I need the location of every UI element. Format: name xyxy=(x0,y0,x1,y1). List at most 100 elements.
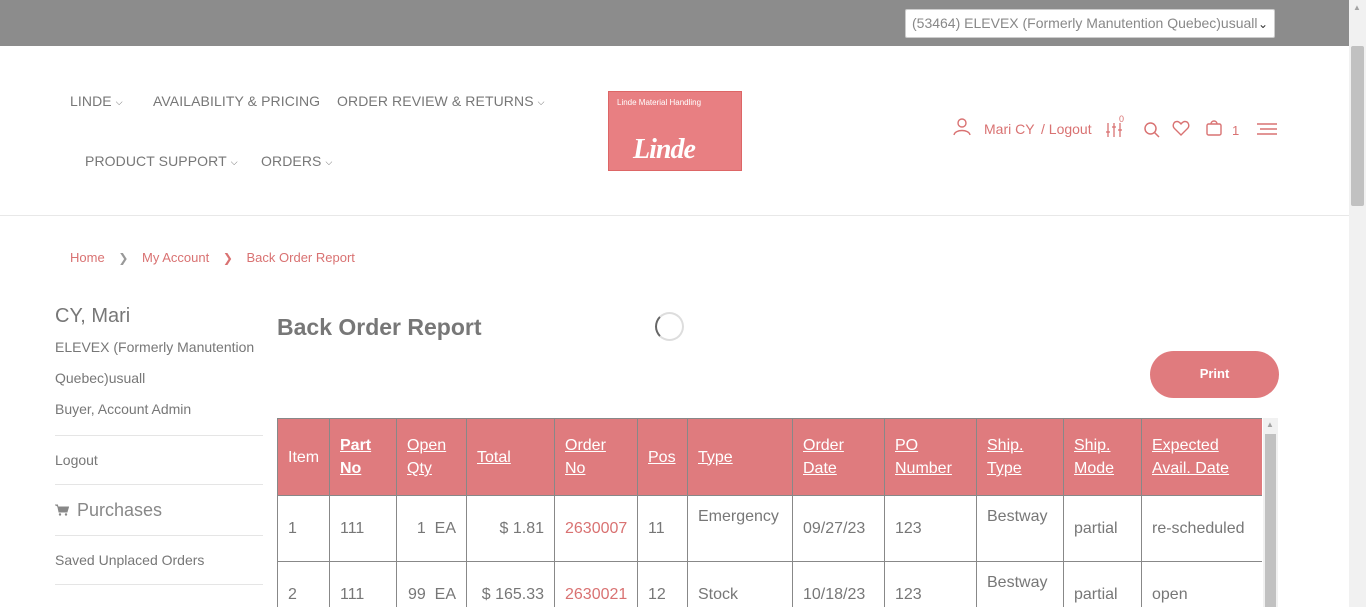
back-order-table: Item Part No Open Qty Total Order No Pos Ty… xyxy=(277,418,1262,607)
sidebar-divider xyxy=(55,584,263,585)
col-ship-mode-label-2: Mode xyxy=(1074,460,1115,477)
search-icon[interactable] xyxy=(1143,121,1161,139)
col-ship-type-label-1: Ship. xyxy=(987,437,1024,454)
cart-icon xyxy=(55,504,70,516)
chevron-down-icon: ⌵ xyxy=(325,157,333,167)
col-type[interactable]: Type xyxy=(687,418,793,496)
menu-icon[interactable] xyxy=(1257,122,1277,136)
nav-linde-label: LINDE xyxy=(70,93,112,109)
nav-order-review-label: ORDER REVIEW & RETURNS xyxy=(337,93,534,109)
chevron-down-icon: ⌄ xyxy=(1257,17,1268,31)
breadcrumb-current: Back Order Report xyxy=(246,250,355,265)
cell-order-date: 10/18/23 xyxy=(792,561,885,607)
breadcrumb-account[interactable]: My Account xyxy=(142,250,209,265)
col-expected-label-1: Expected xyxy=(1152,437,1219,454)
col-pos-label: Pos xyxy=(648,448,676,466)
linde-logo[interactable]: Linde Material Handling Linde xyxy=(608,91,742,171)
cell-order-no-link[interactable]: 2630007 xyxy=(554,495,638,562)
logo-brand: Linde xyxy=(633,134,696,165)
cell-expected: open xyxy=(1141,561,1262,607)
sidebar-user-name: CY, Mari xyxy=(55,305,131,327)
sidebar-logout[interactable]: Logout xyxy=(55,446,263,474)
cell-expected: re-scheduled xyxy=(1141,495,1262,562)
col-item: Item xyxy=(277,418,330,496)
col-ship-mode-label-1: Ship. xyxy=(1074,437,1111,454)
cell-part-no: 111 xyxy=(329,495,397,562)
nav-orders[interactable]: ORDERS ⌵ xyxy=(261,153,332,169)
nav-linde[interactable]: LINDE ⌵ xyxy=(70,93,123,109)
col-ship-mode[interactable]: Ship. Mode xyxy=(1063,418,1142,496)
sidebar-purchases-heading: Purchases xyxy=(55,495,263,525)
logout-link[interactable]: / Logout xyxy=(1041,121,1092,137)
sidebar-saved-orders[interactable]: Saved Unplaced Orders xyxy=(55,546,263,574)
cell-total: $ 1.81 xyxy=(466,495,555,562)
cell-po-number: 123 xyxy=(884,495,977,562)
cart-count: 1 xyxy=(1232,123,1240,138)
breadcrumb-home[interactable]: Home xyxy=(70,250,105,265)
col-total-label: Total xyxy=(477,448,511,466)
col-order-no[interactable]: Order No xyxy=(554,418,638,496)
col-open-qty-label-1: Open xyxy=(407,437,447,454)
breadcrumb: Home ❯ My Account ❯ Back Order Report xyxy=(70,250,355,265)
table-scrollbar[interactable]: ▲ xyxy=(1263,418,1278,607)
cell-item: 1 xyxy=(277,495,330,562)
table-scrollbar-thumb[interactable] xyxy=(1265,434,1276,607)
cell-pos: 12 xyxy=(637,561,688,607)
cell-ship-type: Bestway xyxy=(976,561,1064,607)
col-ship-type-label-2: Type xyxy=(987,460,1022,477)
col-po-number[interactable]: PO Number xyxy=(884,418,977,496)
nav-availability[interactable]: AVAILABILITY & PRICING xyxy=(153,93,320,109)
sidebar-company-line2: Quebec)usuall xyxy=(55,370,146,386)
page-scrollbar[interactable]: ▲ xyxy=(1349,0,1366,607)
col-pos[interactable]: Pos xyxy=(637,418,688,496)
col-type-label: Type xyxy=(698,448,733,466)
chevron-down-icon: ⌵ xyxy=(537,97,545,107)
col-item-label: Item xyxy=(288,448,320,466)
cell-part-no: 111 xyxy=(329,561,397,607)
cell-order-no-link[interactable]: 2630021 xyxy=(554,561,638,607)
col-open-qty[interactable]: Open Qty xyxy=(396,418,467,496)
loading-spinner-icon xyxy=(655,312,684,341)
cell-type: Stock xyxy=(687,561,793,607)
table-row: 1 111 1 EA $ 1.81 2630007 11 Emergency 0… xyxy=(277,495,1262,562)
heart-icon[interactable] xyxy=(1172,120,1190,137)
account-select-value: (53464) ELEVEX (Formerly Manutention Que… xyxy=(912,15,1258,31)
col-order-no-label-1: Order xyxy=(565,437,606,454)
col-order-date[interactable]: Order Date xyxy=(792,418,885,496)
sidebar-divider xyxy=(55,484,263,485)
account-select[interactable]: (53464) ELEVEX (Formerly Manutention Que… xyxy=(905,9,1275,38)
table-row: 2 111 99 EA $ 165.33 2630021 12 Stock 10… xyxy=(277,561,1262,607)
page-title: Back Order Report xyxy=(277,314,482,340)
scrollbar-thumb[interactable] xyxy=(1351,46,1364,206)
col-expected-label-2: Avail. Date xyxy=(1152,460,1230,477)
col-part-no-label-1: Part xyxy=(340,437,372,454)
cell-ship-type: Bestway xyxy=(976,495,1064,562)
logo-tagline: Linde Material Handling xyxy=(617,98,702,107)
site-header: LINDE ⌵ AVAILABILITY & PRICING ORDER REVI… xyxy=(0,46,1349,216)
cart-icon[interactable] xyxy=(1205,119,1223,137)
print-button[interactable]: Print xyxy=(1150,351,1279,398)
user-name-link[interactable]: Mari CY xyxy=(984,121,1035,137)
col-ship-type[interactable]: Ship. Type xyxy=(976,418,1064,496)
col-total[interactable]: Total xyxy=(466,418,555,496)
table-header-row: Item Part No Open Qty Total Order No Pos Ty… xyxy=(277,418,1262,496)
sidebar-company-line1: ELEVEX (Formerly Manutention xyxy=(55,339,255,355)
compare-count: 0 xyxy=(1119,114,1125,124)
cell-total: $ 165.33 xyxy=(466,561,555,607)
cell-type: Emergency xyxy=(687,495,793,562)
col-order-no-label-2: No xyxy=(565,460,586,477)
cell-pos: 11 xyxy=(637,495,688,562)
scroll-up-icon[interactable]: ▲ xyxy=(1266,420,1274,429)
user-icon[interactable] xyxy=(953,118,973,136)
col-po-number-label-1: PO xyxy=(895,437,919,454)
nav-orders-label: ORDERS xyxy=(261,153,322,169)
col-po-number-label-2: Number xyxy=(895,460,952,477)
cell-open-qty: 1 EA xyxy=(396,495,467,562)
col-part-no[interactable]: Part No xyxy=(329,418,397,496)
chevron-right-icon: ❯ xyxy=(222,251,233,265)
nav-order-review[interactable]: ORDER REVIEW & RETURNS ⌵ xyxy=(337,93,545,109)
nav-product-support[interactable]: PRODUCT SUPPORT ⌵ xyxy=(85,153,238,169)
scroll-up-icon[interactable]: ▲ xyxy=(1353,3,1361,12)
col-expected[interactable]: Expected Avail. Date xyxy=(1141,418,1262,496)
col-part-no-label-2: No xyxy=(340,460,362,477)
